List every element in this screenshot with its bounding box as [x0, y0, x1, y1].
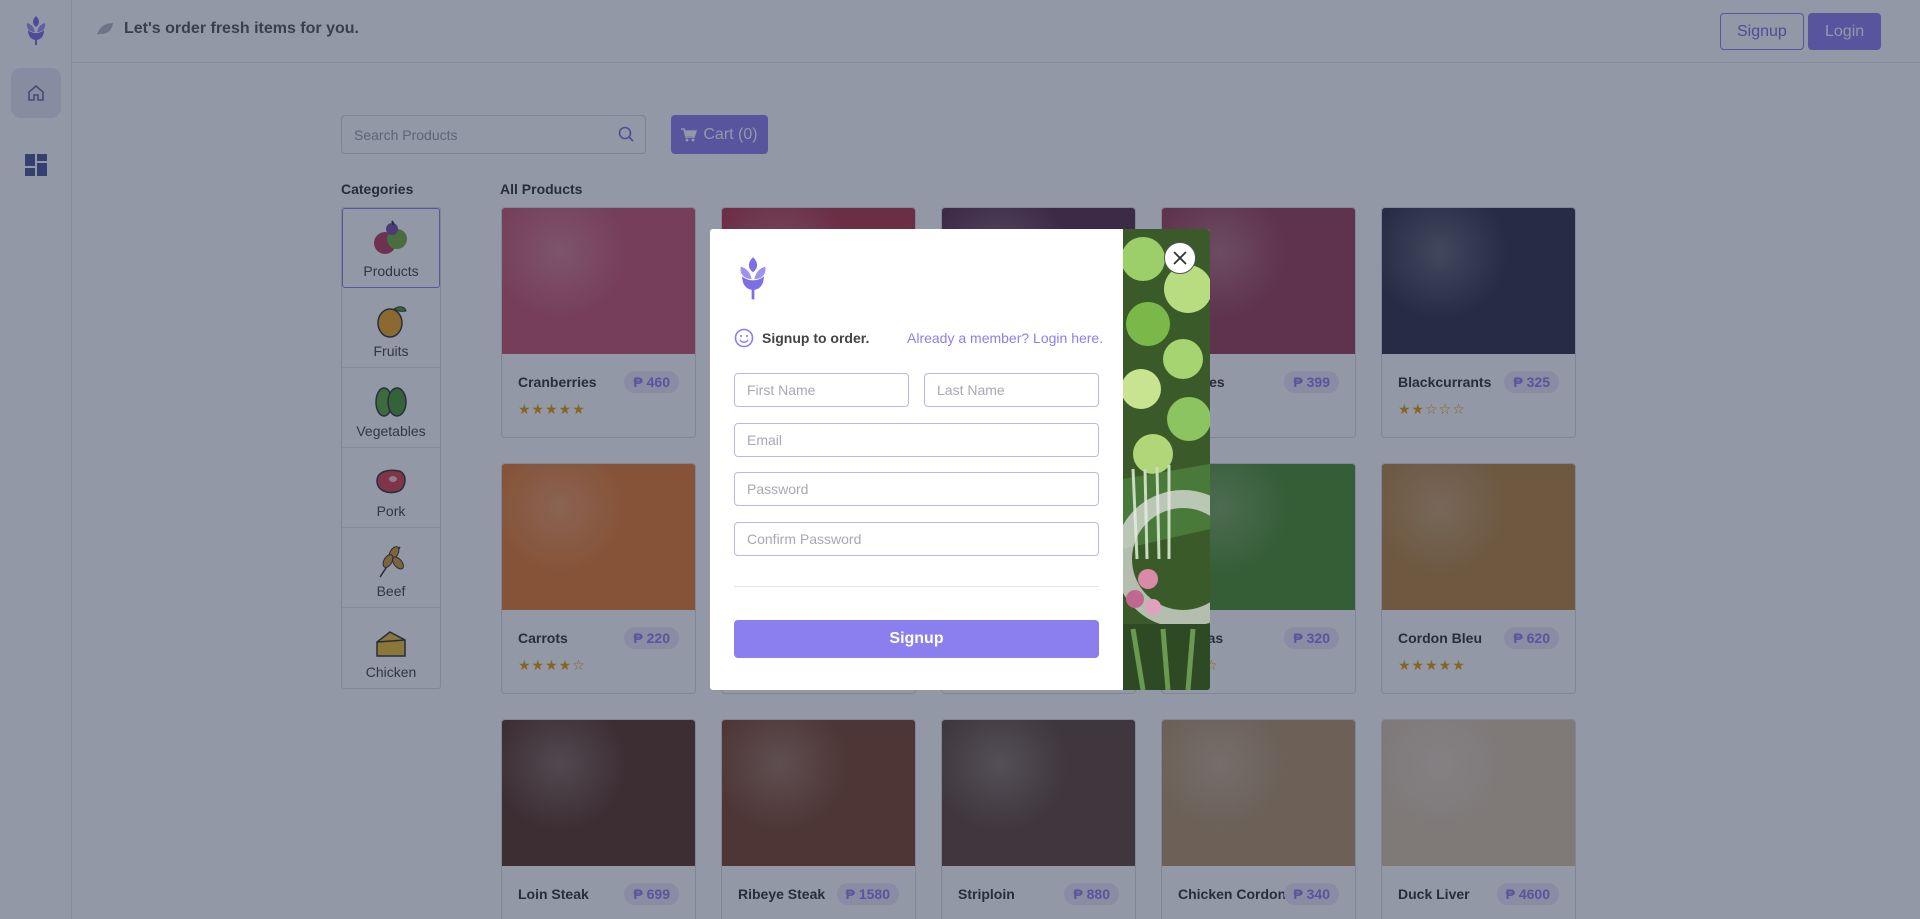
vegetables-image	[1114, 229, 1210, 690]
artichoke-logo-icon	[734, 254, 772, 309]
first-name-field[interactable]: First Name	[734, 373, 909, 407]
last-name-field[interactable]: Last Name	[924, 373, 1099, 407]
close-icon	[1173, 251, 1187, 265]
divider	[734, 586, 1099, 587]
close-modal-button[interactable]	[1164, 242, 1196, 274]
smile-icon	[734, 328, 754, 348]
password-field[interactable]: Password	[734, 472, 1099, 506]
email-field[interactable]: Email	[734, 423, 1099, 457]
signup-modal: Signup to order. Already a member? Login…	[710, 229, 1210, 690]
login-link[interactable]: Already a member? Login here.	[907, 330, 1103, 346]
confirm-password-field[interactable]: Confirm Password	[734, 522, 1099, 556]
signup-heading: Signup to order.	[734, 328, 869, 348]
signup-heading-text: Signup to order.	[762, 330, 870, 346]
signup-submit-button[interactable]: Signup	[734, 620, 1099, 658]
